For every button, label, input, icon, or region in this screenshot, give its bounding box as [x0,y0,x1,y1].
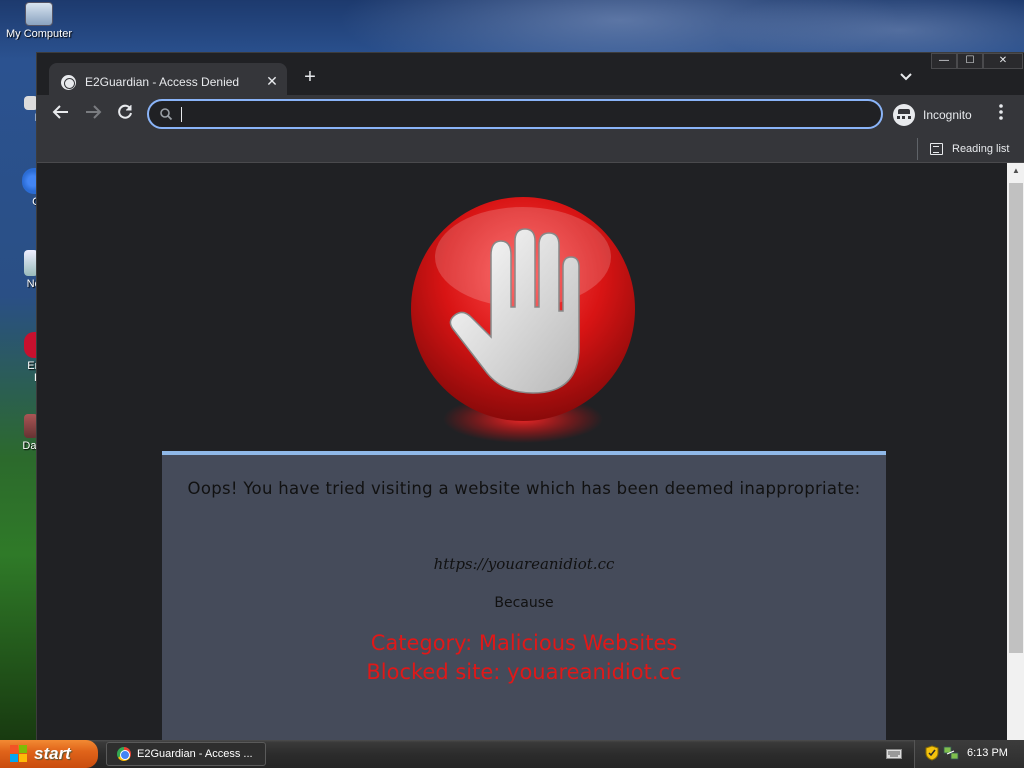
three-dots-icon [999,104,1003,120]
computer-icon [25,2,53,26]
globe-icon [61,75,76,90]
start-button[interactable]: start [0,740,98,768]
incognito-label: Incognito [923,108,972,122]
stop-hand-icon [411,197,635,443]
blocked-site: Blocked site: youareanidiot.cc [366,660,682,684]
address-bar[interactable] [147,99,883,129]
windows-logo-icon [10,745,28,763]
reading-list-icon [930,143,943,155]
taskbar-item-browser[interactable]: E2Guardian - Access ... [106,742,266,766]
page-viewport: Oops! You have tried visiting a website … [37,163,1007,741]
browser-toolbar: Incognito [37,95,1024,135]
desktop-icon-my-computer[interactable]: My Computer [0,2,78,40]
reading-list-button[interactable]: Reading list [917,138,1009,160]
tab-search-button[interactable] [897,69,915,87]
security-shield-icon[interactable] [925,745,939,761]
block-category: Category: Malicious Websites [370,631,678,655]
page-scrollbar[interactable]: ▲ [1007,163,1024,741]
network-icon[interactable] [943,745,959,761]
arrow-left-icon [52,105,68,119]
chrome-icon [117,747,131,761]
close-icon[interactable]: ✕ [263,72,281,90]
minimize-button[interactable]: — [931,53,957,69]
arrow-right-icon [86,105,102,119]
taskbar-clock: 6:13 PM [967,747,1008,759]
reading-list-label: Reading list [952,143,1010,155]
browser-window: E2Guardian - Access Denied ✕ + — ☐ ✕ Inc… [36,52,1024,741]
keyboard-icon[interactable] [886,746,902,760]
reload-button[interactable] [113,103,137,127]
maximize-button[interactable]: ☐ [957,53,983,69]
window-controls: — ☐ ✕ [931,53,1024,71]
taskbar: start E2Guardian - Access ... 6:13 PM [0,740,1024,768]
taskbar-item-label: E2Guardian - Access ... [137,748,253,760]
because-label: Because [494,595,554,611]
back-button[interactable] [49,103,73,127]
blocked-message-box: Oops! You have tried visiting a website … [162,451,886,741]
scrollbar-thumb[interactable] [1009,183,1023,653]
desktop-icon-label: My Computer [5,28,73,40]
system-tray: 6:13 PM [914,740,1024,768]
scroll-up-arrow-icon[interactable]: ▲ [1007,163,1024,179]
search-icon [160,108,173,121]
blocked-heading: Oops! You have tried visiting a website … [187,479,861,498]
start-label: start [34,744,71,763]
chevron-down-icon [900,73,912,81]
forward-button[interactable] [81,103,105,127]
tab-title: E2Guardian - Access Denied [85,75,240,89]
close-window-button[interactable]: ✕ [983,53,1023,69]
bookmark-bar: Reading list [37,135,1024,163]
browser-menu-button[interactable] [993,104,1009,126]
new-tab-button[interactable]: + [299,67,321,89]
text-caret [181,107,182,122]
reload-icon [118,104,132,119]
blocked-url: https://youareanidiot.cc [433,555,615,573]
incognito-indicator[interactable]: Incognito [893,102,972,128]
incognito-icon [893,104,915,126]
